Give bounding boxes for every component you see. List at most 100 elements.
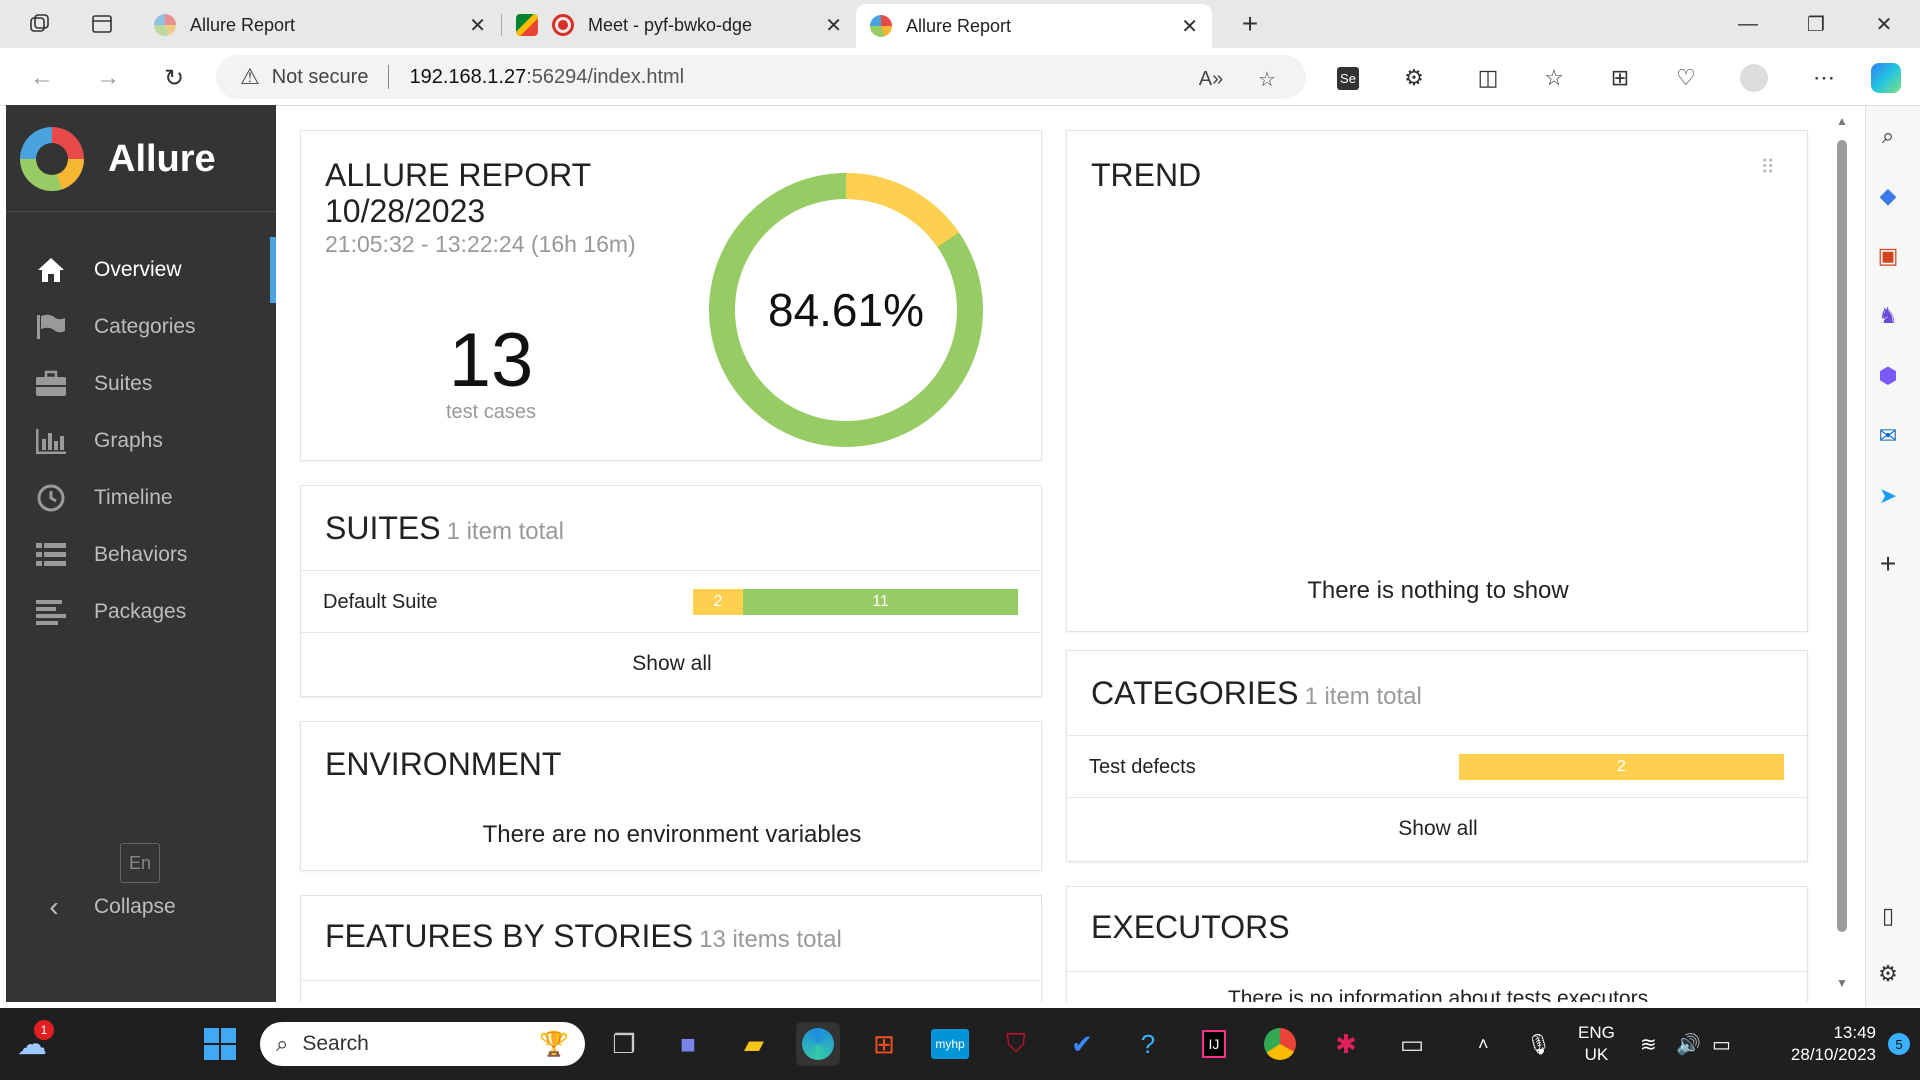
scroll-down-icon[interactable]: ▼ (1835, 976, 1849, 990)
chrome-icon[interactable] (1258, 1022, 1302, 1066)
language-switcher[interactable]: En (120, 843, 160, 883)
sidebar-item-packages[interactable]: Packages (6, 579, 276, 645)
brand-name: Allure (108, 137, 216, 180)
todo-icon[interactable]: ✔ (1060, 1022, 1104, 1066)
suite-name: Default Suite (323, 591, 438, 613)
scrollbar-thumb[interactable] (1837, 140, 1847, 932)
shopping-tag-icon[interactable]: ◆ (1870, 178, 1906, 214)
myhp-icon[interactable]: myhp (928, 1022, 972, 1066)
battery-icon[interactable]: ▭ (1712, 1008, 1731, 1080)
url-path: :56294/index.html (526, 65, 685, 88)
games-icon[interactable]: ♞ (1870, 298, 1906, 334)
brand[interactable]: Allure (20, 127, 216, 191)
allure-favicon-icon (154, 14, 176, 36)
table-row[interactable]: Test defects 2 (1067, 736, 1807, 796)
tab-close-icon[interactable]: ✕ (469, 13, 486, 38)
restore-button[interactable]: ❐ (1788, 6, 1844, 42)
collections-icon[interactable]: ⊞ (1602, 60, 1638, 96)
recording-icon (552, 14, 574, 36)
task-view-icon[interactable]: ❐ (602, 1022, 646, 1066)
suite-status-bar[interactable]: 2 11 (693, 589, 1018, 615)
category-name: Test defects (1089, 756, 1196, 778)
microsoft-store-icon[interactable]: ⊞ (862, 1022, 906, 1066)
environment-title: ENVIRONMENT (325, 746, 562, 782)
sidebar-item-label: Suites (94, 372, 153, 395)
scroll-up-icon[interactable]: ▲ (1835, 114, 1849, 128)
url-host: 192.168.1.27 (409, 65, 527, 88)
settings-gear-icon[interactable]: ⚙ (1870, 956, 1906, 992)
forward-icon[interactable]: → (90, 60, 126, 96)
chevron-left-icon: ‹ (49, 891, 59, 922)
show-hidden-icons[interactable]: ˄ (1478, 1008, 1489, 1080)
report-title: ALLURE REPORT (325, 157, 592, 193)
extensions-icon[interactable]: ⚙ (1396, 60, 1432, 96)
tools-icon[interactable]: ▣ (1870, 238, 1906, 274)
windows-logo-icon (204, 1028, 236, 1060)
suites-count: 1 item total (446, 518, 564, 545)
clock[interactable]: 13:49 28/10/2023 (1760, 1008, 1876, 1080)
search-icon[interactable]: ⌕ (1870, 118, 1906, 154)
environment-widget: ENVIRONMENT There are no environment var… (300, 721, 1042, 871)
suites-show-all-link[interactable]: Show all (301, 634, 1041, 694)
url-separator (388, 65, 390, 89)
drop-icon[interactable]: ➤ (1870, 478, 1906, 514)
slack-icon[interactable]: ✱ (1324, 1022, 1368, 1066)
more-options-icon[interactable]: ⋯ (1806, 60, 1842, 96)
collapse-button[interactable]: ‹ Collapse (34, 891, 175, 923)
back-icon[interactable]: ← (24, 60, 60, 96)
divider (1067, 797, 1807, 798)
windows-taskbar: ☁ 1 ⌕ Search 🏆 ❐ ■ ▰ ⊞ myhp ⛉ ✔ ? IJ ✱ ▭… (0, 1008, 1920, 1080)
selenium-extension-icon[interactable]: Se (1330, 60, 1366, 96)
copilot-icon[interactable] (1868, 60, 1904, 96)
volume-icon[interactable]: 🔊 (1676, 1008, 1701, 1080)
tab-allure-report-active[interactable]: Allure Report ✕ (856, 4, 1212, 48)
notification-center[interactable]: 5 (1888, 1008, 1910, 1080)
drag-handle-icon[interactable]: ⠿ (1760, 155, 1775, 180)
refresh-icon[interactable]: ↻ (156, 60, 192, 96)
language-indicator[interactable]: ENG UK (1578, 1008, 1615, 1080)
wifi-icon[interactable]: ≋ (1640, 1008, 1657, 1080)
tab-close-icon[interactable]: ✕ (825, 13, 842, 38)
teams-chat-icon[interactable]: ■ (666, 1022, 710, 1066)
taskbar-search[interactable]: ⌕ Search 🏆 (260, 1022, 585, 1066)
edge-icon[interactable] (796, 1022, 840, 1066)
file-explorer-icon[interactable]: ▰ (732, 1022, 776, 1066)
favorites-icon[interactable]: ☆ (1536, 60, 1572, 96)
microphone-icon[interactable]: 🎙 (1526, 1008, 1551, 1080)
category-status-bar[interactable]: 2 (1459, 754, 1784, 780)
url-field[interactable]: ⚠ Not secure 192.168.1.27:56294/index.ht… (216, 55, 1306, 99)
sidebar-toggle-icon[interactable]: ▯ (1870, 898, 1906, 934)
terminal-icon[interactable]: ▭ (1390, 1022, 1434, 1066)
microsoft-365-icon[interactable]: ⬢ (1870, 358, 1906, 394)
split-screen-icon[interactable]: ◫ (1470, 60, 1506, 96)
mcafee-icon[interactable]: ⛉ (994, 1022, 1038, 1066)
help-icon[interactable]: ? (1126, 1022, 1170, 1066)
browser-essentials-icon[interactable]: ♡ (1668, 60, 1704, 96)
divider (1067, 971, 1807, 972)
tab-close-icon[interactable]: ✕ (1181, 14, 1198, 39)
profile-avatar-icon[interactable] (1736, 60, 1772, 96)
clock-date: 28/10/2023 (1790, 1045, 1876, 1064)
outlook-icon[interactable]: ✉ (1870, 418, 1906, 454)
search-placeholder: Search (302, 1032, 369, 1055)
new-tab-button[interactable]: + (1222, 6, 1278, 42)
sidebar-item-label: Packages (94, 600, 187, 623)
tab-actions-icon[interactable] (84, 8, 120, 40)
start-button[interactable] (198, 1022, 242, 1066)
close-window-button[interactable]: ✕ (1856, 6, 1912, 42)
weather-widget[interactable]: ☁ 1 (10, 1020, 54, 1066)
tab-meet[interactable]: Meet - pyf-bwko-dge ✕ (502, 6, 856, 44)
minimize-button[interactable]: — (1720, 6, 1776, 42)
favorite-star-icon[interactable]: ☆ (1252, 65, 1282, 93)
table-row[interactable]: Default Suite 2 11 (301, 571, 1041, 631)
intellij-icon[interactable]: IJ (1192, 1022, 1236, 1066)
categories-show-all-link[interactable]: Show all (1067, 799, 1807, 859)
workspaces-icon[interactable] (22, 8, 58, 40)
security-status[interactable]: Not secure (272, 66, 369, 89)
read-aloud-icon[interactable]: A» (1196, 65, 1226, 93)
briefcase-icon (34, 369, 68, 399)
tab-allure-report-1[interactable]: Allure Report ✕ (140, 6, 500, 44)
browser-tab-bar: Allure Report ✕ Meet - pyf-bwko-dge ✕ Al… (0, 0, 1920, 48)
add-icon[interactable]: + (1870, 546, 1906, 582)
report-content: ALLURE REPORT 10/28/2023 21:05:32 - 13:2… (276, 106, 1836, 1002)
